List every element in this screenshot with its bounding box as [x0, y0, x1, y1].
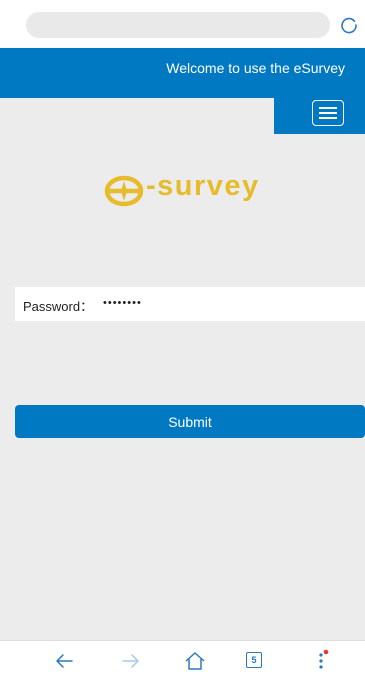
arrow-right-icon[interactable] [119, 649, 143, 673]
esurvey-logo: -survey [0, 170, 365, 220]
hamburger-menu-button[interactable] [312, 100, 344, 126]
reload-icon[interactable] [339, 15, 359, 35]
url-field[interactable] [26, 12, 330, 38]
browser-address-bar [0, 0, 365, 48]
password-field[interactable] [103, 294, 343, 312]
password-label: Password： [23, 299, 94, 314]
menu-tab [274, 98, 365, 134]
home-icon[interactable] [183, 649, 207, 673]
more-vertical-icon[interactable] [312, 649, 330, 673]
password-row: Password： [15, 287, 365, 321]
submit-button[interactable]: Submit [15, 405, 365, 438]
logo-text: -survey [146, 170, 260, 202]
arrow-left-icon[interactable] [52, 649, 76, 673]
browser-toolbar: 5 [0, 640, 365, 677]
tabs-icon[interactable]: 5 [246, 652, 262, 668]
e-survey-logo-mark [104, 175, 144, 207]
page-title: Welcome to use the eSurvey [166, 60, 345, 76]
app-header: Welcome to use the eSurvey [0, 48, 365, 98]
